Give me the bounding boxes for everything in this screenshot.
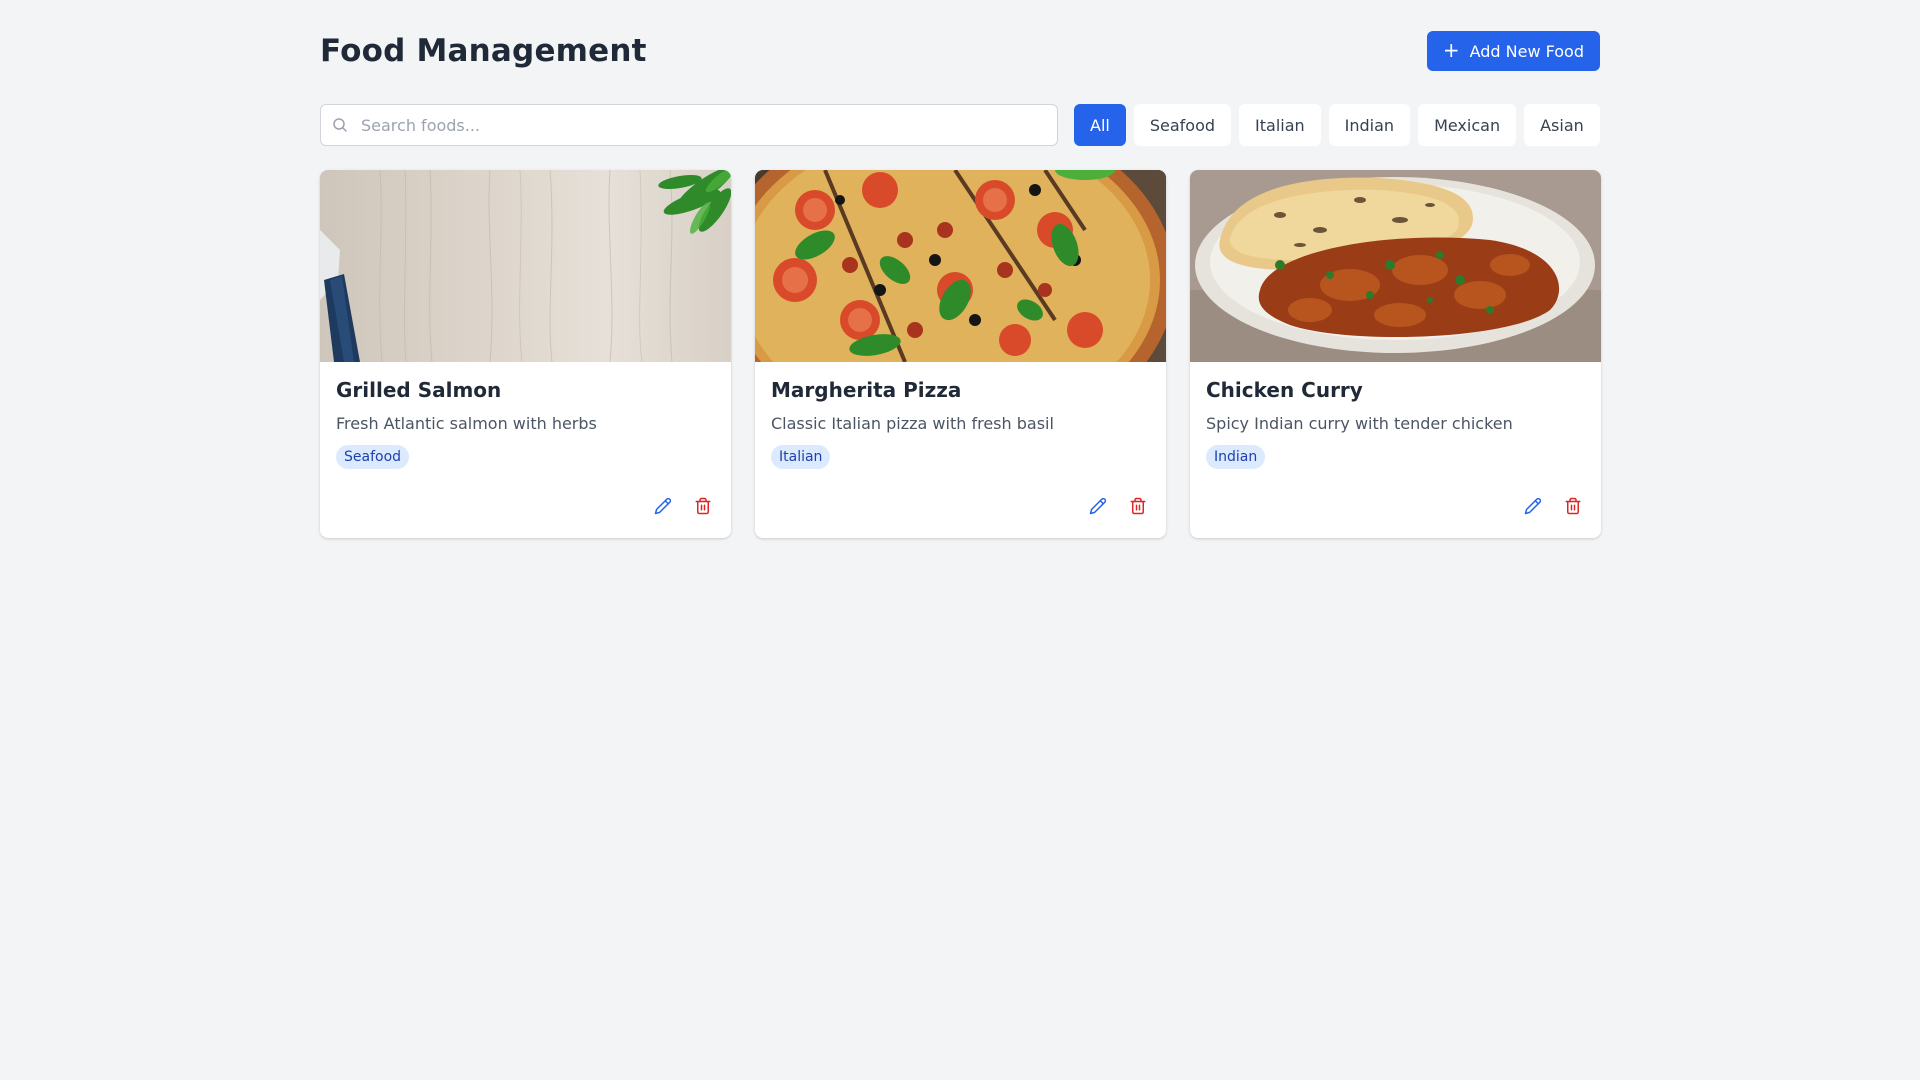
delete-button[interactable]	[691, 494, 715, 518]
delete-button[interactable]	[1561, 494, 1585, 518]
search-box	[320, 104, 1058, 146]
delete-button[interactable]	[1126, 494, 1150, 518]
add-new-food-button[interactable]: + Add New Food	[1426, 31, 1600, 71]
card-body: Grilled Salmon Fresh Atlantic salmon wit…	[320, 362, 731, 485]
food-image	[1190, 170, 1601, 362]
search-input[interactable]	[320, 104, 1058, 146]
filter-mexican[interactable]: Mexican	[1418, 104, 1517, 146]
plus-icon: +	[1442, 38, 1460, 62]
pencil-icon	[1524, 497, 1542, 515]
edit-button[interactable]	[1521, 494, 1545, 518]
pencil-icon	[654, 497, 672, 515]
category-badge: Italian	[771, 445, 831, 469]
food-card: Margherita Pizza Classic Italian pizza w…	[755, 170, 1166, 538]
food-card: Grilled Salmon Fresh Atlantic salmon wit…	[320, 170, 731, 538]
food-name: Chicken Curry	[1206, 378, 1363, 402]
card-actions	[651, 494, 715, 518]
search-icon	[333, 118, 347, 132]
page-title: Food Management	[320, 33, 647, 69]
food-description: Classic Italian pizza with fresh basil	[771, 414, 1054, 433]
filter-asian[interactable]: Asian	[1524, 104, 1600, 146]
food-image	[320, 170, 731, 362]
toolbar: All Seafood Italian Indian Mexican Asian	[320, 104, 1600, 146]
food-card: Chicken Curry Spicy Indian curry with te…	[1190, 170, 1601, 538]
edit-button[interactable]	[651, 494, 675, 518]
filter-all[interactable]: All	[1074, 104, 1126, 146]
food-name: Grilled Salmon	[336, 378, 502, 402]
trash-icon	[1130, 497, 1146, 515]
category-badge: Seafood	[336, 445, 410, 469]
card-actions	[1086, 494, 1150, 518]
pencil-icon	[1089, 497, 1107, 515]
food-image	[755, 170, 1166, 362]
trash-icon	[695, 497, 711, 515]
trash-icon	[1565, 497, 1581, 515]
food-description: Spicy Indian curry with tender chicken	[1206, 414, 1513, 433]
app-container: Food Management + Add New Food All Seafo…	[320, 0, 1601, 538]
page-header: Food Management + Add New Food	[320, 0, 1600, 104]
category-badge: Indian	[1206, 445, 1266, 469]
food-name: Margherita Pizza	[771, 378, 962, 402]
card-body: Margherita Pizza Classic Italian pizza w…	[755, 362, 1166, 485]
add-new-food-label: Add New Food	[1469, 41, 1584, 61]
card-body: Chicken Curry Spicy Indian curry with te…	[1190, 362, 1601, 485]
edit-button[interactable]	[1086, 494, 1110, 518]
food-description: Fresh Atlantic salmon with herbs	[336, 414, 597, 433]
filter-seafood[interactable]: Seafood	[1133, 104, 1232, 146]
card-actions	[1521, 494, 1585, 518]
food-grid: Grilled Salmon Fresh Atlantic salmon wit…	[320, 170, 1601, 538]
filter-indian[interactable]: Indian	[1328, 104, 1411, 146]
filter-italian[interactable]: Italian	[1239, 104, 1321, 146]
